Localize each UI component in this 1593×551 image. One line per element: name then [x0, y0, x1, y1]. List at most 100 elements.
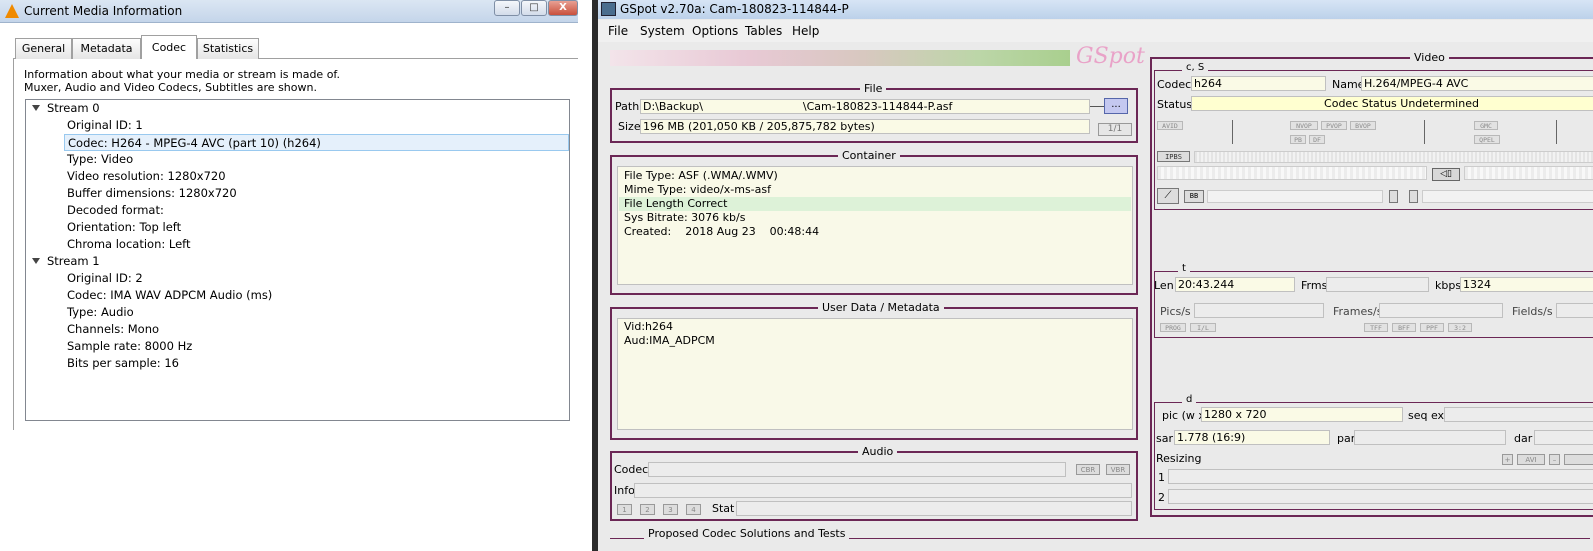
resize-avi-button[interactable]: AVI	[1517, 454, 1545, 465]
audio-codec-label: Codec	[614, 463, 649, 476]
stream-tree[interactable]: Stream 0 Original ID: 1 Codec: H264 - MP…	[25, 99, 570, 421]
userdata-line: Aud:IMA_ADPCM	[624, 334, 715, 347]
tree-item[interactable]: Channels: Mono	[67, 321, 159, 338]
step-back-icon[interactable]: ◁▯	[1432, 168, 1460, 181]
pics-label: Pics/s	[1160, 305, 1191, 318]
tree-item[interactable]: Bits per sample: 16	[67, 355, 179, 372]
menu-system[interactable]: System	[640, 24, 685, 38]
container-line: Sys Bitrate: 3076 kb/s	[624, 211, 746, 224]
vbr-button[interactable]: VBR	[1106, 464, 1130, 475]
tree-item[interactable]: Original ID: 1	[67, 117, 143, 134]
flag-tff: TFF	[1364, 323, 1388, 332]
seqext-label: seq ext	[1408, 409, 1449, 422]
audio-group: Audio Codec CBR VBR Info 1 2 3 4 Stat	[610, 445, 1138, 521]
audio-stream-4-button[interactable]: 4	[686, 504, 701, 515]
tree-item[interactable]: Chroma location: Left	[67, 236, 191, 253]
tree-item[interactable]: Type: Video	[67, 151, 133, 168]
separator	[1424, 120, 1425, 144]
tree-item[interactable]: Decoded format:	[67, 202, 164, 219]
tab-statistics[interactable]: Statistics	[197, 38, 259, 59]
gspot-window: GSpot v2.70a: Cam-180823-114844-P File S…	[592, 0, 1593, 551]
tab-metadata[interactable]: Metadata	[72, 38, 141, 59]
audio-stream-3-button[interactable]: 3	[663, 504, 678, 515]
audio-stream-2-button[interactable]: 2	[640, 504, 655, 515]
userdata-line: Vid:h264	[624, 320, 673, 333]
resize-row-2-field	[1168, 489, 1593, 504]
file-group-title: File	[860, 82, 887, 95]
gop-field-2	[1422, 190, 1593, 203]
resize-add-button[interactable]: +	[1502, 454, 1513, 465]
audio-info-label: Info	[614, 484, 635, 497]
video-name-field: H.264/MPEG-4 AVC	[1361, 76, 1593, 91]
pics-field	[1194, 303, 1324, 318]
marker-i-icon	[1389, 190, 1398, 203]
menu-options[interactable]: Options	[692, 24, 738, 38]
path-label: Path	[615, 100, 640, 113]
expand-triangle-icon[interactable]	[32, 105, 40, 111]
frms-field	[1326, 277, 1429, 292]
tree-item[interactable]: Buffer dimensions: 1280x720	[67, 185, 237, 202]
browse-button[interactable]: ...	[1104, 98, 1128, 114]
flag-32: 3:2	[1448, 323, 1472, 332]
container-group: Container File Type: ASF (.WMA/.WMV) Mim…	[610, 149, 1138, 295]
fields-field	[1556, 303, 1593, 318]
menu-file[interactable]: File	[608, 24, 628, 38]
path-field[interactable]: D:\Backup\ \Cam-180823-114844-P.asf	[640, 99, 1090, 114]
cbr-button[interactable]: CBR	[1076, 464, 1100, 475]
gspot-window-title: GSpot v2.70a: Cam-180823-114844-P	[620, 2, 849, 16]
page-indicator: 1/1	[1098, 123, 1132, 136]
audio-codec-field	[648, 462, 1066, 477]
gop-icon[interactable]: ⟋	[1157, 188, 1179, 204]
file-group: File Path D:\Backup\ \Cam-180823-114844-P…	[610, 82, 1138, 143]
flag-gmc: GMC	[1474, 121, 1498, 130]
stat-label: Stat	[712, 502, 735, 515]
resize-remove-button[interactable]: –	[1549, 454, 1560, 465]
separator	[1556, 120, 1557, 144]
container-group-title: Container	[838, 149, 900, 162]
video-codec-field: h264	[1191, 76, 1326, 91]
frames-label: Frames/s	[1333, 305, 1383, 318]
pic-field: 1280 x 720	[1201, 407, 1403, 422]
flag-qpel: QPEL	[1474, 135, 1500, 144]
tree-node-stream-0[interactable]: Stream 0	[26, 100, 226, 117]
frms-label: Frms	[1301, 279, 1328, 292]
gspot-logo: GSpot	[1076, 44, 1145, 69]
close-button[interactable]: X	[548, 0, 578, 16]
pic-label: pic (w x	[1162, 409, 1205, 422]
resize-extra-button[interactable]	[1564, 454, 1593, 465]
tree-item[interactable]: Codec: IMA WAV ADPCM Audio (ms)	[67, 287, 272, 304]
tree-item[interactable]: Video resolution: 1280x720	[67, 168, 226, 185]
maximize-button[interactable]: □	[521, 0, 547, 16]
codec-subgroup-title: c, S	[1182, 62, 1209, 73]
expand-triangle-icon[interactable]	[32, 258, 40, 264]
vlc-title-bar: Current Media Information – □ X	[0, 0, 578, 23]
flag-interlaced: I/L	[1190, 323, 1216, 332]
menu-help[interactable]: Help	[792, 24, 819, 38]
tab-general[interactable]: General	[15, 38, 72, 59]
menu-tables[interactable]: Tables	[745, 24, 782, 38]
tree-item[interactable]: Type: Audio	[67, 304, 134, 321]
len-field: 20:43.244	[1175, 277, 1295, 292]
tree-item[interactable]: Original ID: 2	[67, 270, 143, 287]
tree-item[interactable]: Orientation: Top left	[67, 219, 181, 236]
tree-node-stream-1[interactable]: Stream 1	[26, 253, 226, 270]
minimize-button[interactable]: –	[494, 0, 520, 16]
frame-pattern-bar	[1157, 166, 1427, 180]
frame-type-bar	[1194, 151, 1593, 163]
container-line: File Type: ASF (.WMA/.WMV)	[624, 169, 778, 182]
kbps-label: kbps	[1435, 279, 1462, 292]
timing-subgroup-title: t	[1178, 263, 1190, 274]
userdata-group-title: User Data / Metadata	[818, 301, 944, 314]
tab-codec[interactable]: Codec	[141, 35, 197, 59]
flag-nvop: NVOP	[1290, 121, 1318, 130]
kbps-field: 1324	[1460, 277, 1593, 292]
gspot-title-bar: GSpot v2.70a: Cam-180823-114844-P	[598, 0, 1593, 19]
tree-item[interactable]: Sample rate: 8000 Hz	[67, 338, 192, 355]
resize-row-1-label: 1	[1158, 471, 1165, 484]
tree-item-selected[interactable]: Codec: H264 - MPEG-4 AVC (part 10) (h264…	[64, 134, 569, 151]
audio-info-field	[634, 483, 1132, 498]
container-line: Mime Type: video/x-ms-asf	[624, 183, 771, 196]
resize-row-1-field	[1168, 469, 1593, 484]
sar-field: 1.778 (16:9)	[1174, 430, 1330, 445]
audio-stream-1-button[interactable]: 1	[617, 504, 632, 515]
